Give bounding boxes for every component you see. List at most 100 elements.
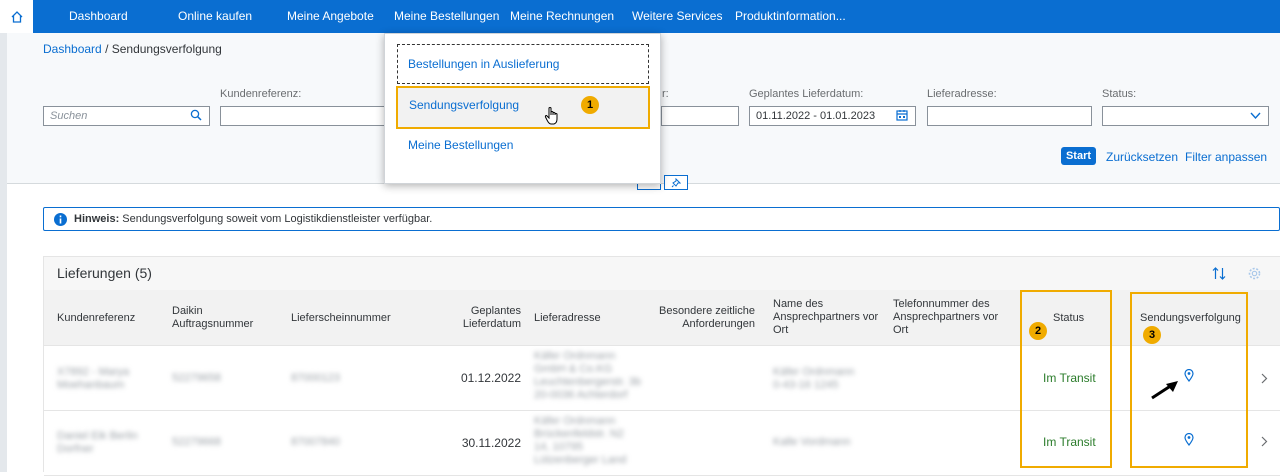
calendar-icon[interactable] xyxy=(896,109,908,121)
left-edge xyxy=(0,33,7,472)
chevron-right-icon[interactable] xyxy=(1260,373,1268,384)
menu-item-label: Sendungsverfolgung xyxy=(409,98,520,112)
col-label-line: Anforderungen xyxy=(682,318,755,330)
col-lieferdatum[interactable]: Geplantes Lieferdatum xyxy=(440,305,521,331)
col-anforderungen[interactable]: Besondere zeitliche Anforderungen xyxy=(640,305,755,331)
menu-item-bestellungen-in-auslieferung[interactable]: Bestellungen in Auslieferung xyxy=(397,44,649,84)
row-lieferdatum: 01.12.2022 xyxy=(460,371,521,385)
cell-line: Käfer Ordnmann xyxy=(773,366,855,378)
cell-line: Brückenfeldstr. N2 xyxy=(534,428,624,440)
info-strip: Hinweis: Sendungsverfolgung soweit vom L… xyxy=(43,207,1280,231)
nav-meine-bestellungen[interactable]: Meine Bestellungen xyxy=(394,0,499,33)
cell-line: Käfer Ordnmann xyxy=(534,415,616,427)
cell-line: Lützenberger Land xyxy=(534,454,627,466)
status-select[interactable] xyxy=(1102,106,1269,126)
col-lieferscheinnummer[interactable]: Lieferscheinnummer xyxy=(291,312,391,325)
col-label-line: Ansprechpartners vor xyxy=(893,311,999,323)
cell-line: Leuchtenbergerstr. 3b xyxy=(534,376,642,388)
col-auftragsnummer[interactable]: Daikin Auftragsnummer xyxy=(172,305,253,331)
table-toolbar xyxy=(44,257,1280,290)
breadcrumb: Dashboard / Sendungsverfolgung xyxy=(43,42,222,56)
row-lieferdatum: 30.11.2022 xyxy=(461,436,521,450)
hand-cursor-icon xyxy=(544,107,558,125)
pin-icon xyxy=(671,177,681,187)
kundenreferenz-input[interactable] xyxy=(220,106,385,126)
nav-dashboard[interactable]: Dashboard xyxy=(69,0,128,33)
status-column-highlight xyxy=(1020,290,1112,468)
nav-meine-angebote[interactable]: Meine Angebote xyxy=(287,0,374,33)
row-lieferadresse: Käfer Ordnmann Brückenfeldstr. N2 14, 10… xyxy=(534,415,626,467)
cell-line: GmbH & Co.KG xyxy=(534,363,613,375)
kundenreferenz-label: Kundenreferenz: xyxy=(220,88,302,100)
settings-gear-icon[interactable] xyxy=(1248,267,1261,280)
menu-item-label: Bestellungen in Auslieferung xyxy=(408,57,560,71)
info-text: Hinweis: Sendungsverfolgung soweit vom L… xyxy=(74,213,432,225)
nav-produktinformation[interactable]: Produktinformation... xyxy=(735,0,846,33)
status-label: Status: xyxy=(1102,88,1137,100)
sendungsverfolgung-column-highlight xyxy=(1130,292,1248,468)
row-kundenreferenz: Daniel Eik Berlin Dorfner xyxy=(57,430,138,456)
col-kundenreferenz[interactable]: Kundenreferenz xyxy=(57,312,135,325)
partial-label: r: xyxy=(662,88,669,100)
nav-online-kaufen[interactable]: Online kaufen xyxy=(178,0,252,33)
info-label: Hinweis: xyxy=(74,213,120,225)
row-lieferscheinnummer: 87007840 xyxy=(291,436,340,448)
col-label-line: Name des xyxy=(773,298,824,310)
sort-icon[interactable] xyxy=(1212,267,1226,280)
row-lieferadresse: Käfer Ordnmann GmbH & Co.KG Leuchtenberg… xyxy=(534,350,641,402)
pin-header-button[interactable] xyxy=(664,175,688,190)
col-lieferadresse[interactable]: Lieferadresse xyxy=(534,312,601,325)
nav-meine-rechnungen[interactable]: Meine Rechnungen xyxy=(510,0,614,33)
chevron-right-icon[interactable] xyxy=(1260,436,1268,447)
col-label-line: Besondere zeitliche xyxy=(658,305,755,317)
home-button[interactable] xyxy=(0,0,33,33)
chevron-down-icon[interactable] xyxy=(1250,111,1261,120)
cell-line: X7892 - Marya xyxy=(57,366,130,378)
cell-line: 20-0036 Achterdorf xyxy=(534,389,628,401)
nav-weitere-services[interactable]: Weitere Services xyxy=(632,0,722,33)
callout-badge-3: 3 xyxy=(1143,326,1161,344)
col-label-line: Ort xyxy=(773,324,789,336)
start-button[interactable]: Start xyxy=(1061,147,1096,165)
row-lieferscheinnummer: 87000123 xyxy=(291,372,340,384)
col-telefon[interactable]: Telefonnummer des Ansprechpartners vor O… xyxy=(893,298,998,337)
col-label-line: Telefonnummer des xyxy=(893,298,990,310)
menu-item-meine-bestellungen[interactable]: Meine Bestellungen xyxy=(408,138,513,152)
cell-line: Daniel Eik Berlin xyxy=(57,430,138,442)
col-label-line: Auftragsnummer xyxy=(172,318,254,330)
row-ansprechpartner: Kalle Vordmann xyxy=(773,436,851,449)
reset-link[interactable]: Zurücksetzen xyxy=(1106,150,1178,164)
col-label-line: Lieferdatum xyxy=(462,318,521,330)
table-title: Lieferungen (5) xyxy=(57,265,152,281)
row-ansprechpartner: Käfer Ordnmann 0-43-16 1245 xyxy=(773,366,854,392)
search-input[interactable]: Suchen xyxy=(43,106,210,126)
breadcrumb-dashboard[interactable]: Dashboard xyxy=(43,42,102,56)
filter-anpassen-link[interactable]: Filter anpassen xyxy=(1185,150,1267,164)
cell-line: 14, 10795 xyxy=(534,441,583,453)
col-label-line: Ort xyxy=(893,324,909,336)
search-icon[interactable] xyxy=(190,109,202,121)
row-kundenreferenz: X7892 - Marya Moehanbaum xyxy=(57,366,129,392)
row-auftragsnummer: 52279668 xyxy=(172,436,221,448)
col-label-line: Ansprechpartners vor xyxy=(773,311,879,323)
col-label-line: Geplantes xyxy=(470,305,521,317)
callout-badge-2: 2 xyxy=(1029,322,1047,340)
cell-line: Moehanbaum xyxy=(57,379,125,391)
info-message: Sendungsverfolgung soweit vom Logistikdi… xyxy=(122,213,433,225)
cell-line: Kalle Vordmann xyxy=(773,436,851,448)
breadcrumb-current: / Sendungsverfolgung xyxy=(105,42,222,56)
home-icon xyxy=(11,10,22,23)
lieferdatum-label: Geplantes Lieferdatum: xyxy=(749,88,864,100)
lieferdatum-input[interactable]: 01.11.2022 - 01.01.2023 xyxy=(749,106,916,126)
menu-item-sendungsverfolgung[interactable]: Sendungsverfolgung xyxy=(396,86,650,129)
info-icon xyxy=(54,213,67,226)
partial-input[interactable] xyxy=(661,106,739,126)
col-label-line: Daikin xyxy=(172,305,203,317)
col-ansprechpartner[interactable]: Name des Ansprechpartners vor Ort xyxy=(773,298,878,337)
lieferadresse-label: Lieferadresse: xyxy=(927,88,997,100)
cell-line: Dorfner xyxy=(57,443,94,455)
cell-line: 0-43-16 1245 xyxy=(773,379,839,391)
callout-badge-1: 1 xyxy=(581,96,599,114)
lieferadresse-input[interactable] xyxy=(927,106,1092,126)
cell-line: Käfer Ordnmann xyxy=(534,350,616,362)
